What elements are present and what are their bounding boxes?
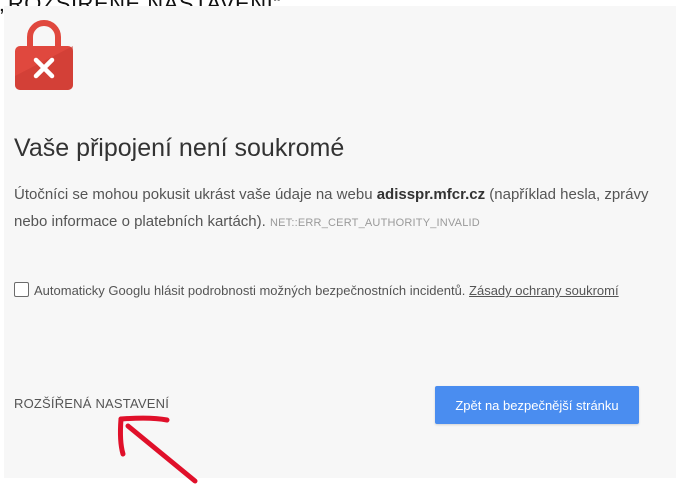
report-option: Automaticky Googlu hlásit podrobnosti mo… xyxy=(14,278,664,303)
domain-name: adisspr.mfcr.cz xyxy=(376,186,486,203)
back-to-safety-button[interactable]: Zpět na bezpečnější stránku xyxy=(435,386,639,424)
page-title: Vaše připojení není soukromé xyxy=(14,134,345,162)
lock-error-icon xyxy=(15,20,73,90)
report-checkbox[interactable] xyxy=(14,282,29,297)
description-prefix: Útočníci se mohou pokusit ukrást vaše úd… xyxy=(14,186,377,203)
interstitial-panel: Vaše připojení není soukromé Útočníci se… xyxy=(4,6,676,478)
hand-drawn-arrow-annotation xyxy=(117,415,198,484)
advanced-settings-link[interactable]: ROZŠÍŘENÁ NASTAVENÍ xyxy=(14,396,169,411)
report-label: Automaticky Googlu hlásit podrobnosti mo… xyxy=(34,283,470,298)
error-code: NET::ERR_CERT_AUTHORITY_INVALID xyxy=(269,217,480,229)
privacy-policy-link[interactable]: Zásady ochrany soukromí xyxy=(469,283,619,298)
error-description: Útočníci se mohou pokusit ukrást vaše úd… xyxy=(14,181,664,237)
screenshot: „ROZŠÍŘENÉ NASTAVENÍ“ Vaše připojení nen… xyxy=(0,0,683,486)
